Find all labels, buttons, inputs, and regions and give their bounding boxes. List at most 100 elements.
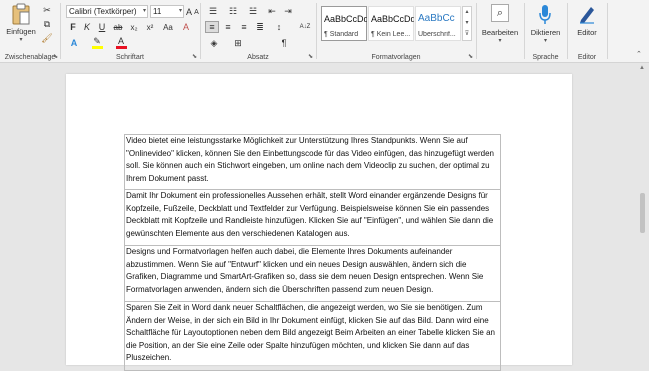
- search-icon: ⌕: [491, 4, 509, 22]
- subscript-label: x₂: [130, 22, 138, 32]
- table-cell[interactable]: Designs und Formatvorlagen helfen auch d…: [124, 245, 501, 302]
- shrink-font-label: A: [194, 8, 199, 16]
- bold-button[interactable]: F: [67, 21, 79, 33]
- bold-label: F: [70, 22, 76, 32]
- voice-group: Diktieren ▾ Sprache: [525, 0, 566, 62]
- style-name: ¶ Standard: [324, 31, 359, 38]
- change-case-label: Aa: [163, 22, 173, 32]
- paragraph-group-label: Absatz: [247, 54, 269, 61]
- editing-label: Bearbeiten: [481, 28, 519, 37]
- clipboard-group: Einfügen ▾ ✂ ⧉ 🖌 Zwischenablage ⬊: [0, 0, 60, 62]
- paste-label: Einfügen: [6, 27, 36, 36]
- align-left-icon[interactable]: ≡: [205, 21, 219, 33]
- increase-indent-icon[interactable]: ⇥: [281, 5, 295, 17]
- grow-font-button[interactable]: A: [185, 5, 193, 18]
- grow-font-label: A: [185, 6, 192, 17]
- clear-format-button[interactable]: A: [179, 21, 193, 33]
- pilcrow-label: ¶: [281, 38, 287, 48]
- show-formatting-button[interactable]: ¶: [277, 37, 291, 49]
- underline-button[interactable]: U: [95, 21, 109, 33]
- editor-button[interactable]: Editor: [568, 2, 606, 46]
- copy-icon[interactable]: ⧉: [40, 18, 54, 30]
- text-effects-icon: A: [70, 38, 78, 48]
- font-color-button[interactable]: A: [113, 36, 129, 50]
- dictate-label: Diktieren: [530, 28, 561, 37]
- shading-icon[interactable]: ◈: [205, 37, 223, 49]
- highlight-color-bar: [91, 46, 103, 49]
- editor-group-label: Editor: [577, 54, 597, 61]
- paste-button[interactable]: Einfügen ▾: [4, 3, 38, 43]
- editor-group: Editor Editor: [568, 0, 606, 62]
- editor-pen-icon: [580, 7, 594, 24]
- font-size-combo[interactable]: 11 ▾: [150, 5, 184, 18]
- dialog-launcher-icon[interactable]: ⬊: [468, 53, 473, 60]
- editor-label: Editor: [577, 28, 597, 37]
- font-group-label: Schriftart: [115, 54, 144, 61]
- change-case-button[interactable]: Aa: [159, 21, 177, 33]
- sort-button[interactable]: A↓Z: [297, 21, 313, 33]
- line-spacing-icon[interactable]: ↕: [271, 21, 287, 33]
- voice-group-label: Sprache: [532, 54, 559, 61]
- sort-label: A↓Z: [299, 24, 311, 30]
- font-name-combo[interactable]: Calibri (Textkörper) ▾: [66, 5, 148, 18]
- styles-group: AaBbCcDd ¶ Standard AaBbCcDd ¶ Kein Lee.…: [317, 0, 475, 62]
- italic-button[interactable]: K: [81, 21, 93, 33]
- more-icon[interactable]: ⊽: [463, 29, 471, 40]
- chevron-down-icon: ▾: [19, 37, 23, 43]
- font-color-label: A: [117, 36, 124, 46]
- subscript-button[interactable]: x₂: [127, 21, 141, 33]
- styles-scroll[interactable]: ▴ ▾ ⊽: [462, 6, 472, 41]
- align-center-icon[interactable]: ≡: [221, 21, 235, 33]
- shrink-font-button[interactable]: A: [193, 6, 200, 18]
- paragraph-group: ☰ ☷ ☱ ⇤ ⇥ A↓Z ≡ ≡ ≡ ≣ ↕ ◈ ⊞ ¶ Absatz ⬊: [201, 0, 315, 62]
- format-painter-icon[interactable]: 🖌: [40, 32, 54, 44]
- dialog-launcher-icon[interactable]: ⬊: [192, 53, 197, 60]
- font-size-value: 11: [153, 7, 162, 16]
- highlighter-icon: ✎: [93, 36, 101, 46]
- scrollbar-thumb[interactable]: [640, 193, 645, 233]
- style-name: ¶ Kein Lee...: [371, 31, 411, 38]
- dialog-launcher-icon[interactable]: ⬊: [308, 53, 313, 60]
- divider: [607, 3, 608, 59]
- borders-icon[interactable]: ⊞: [229, 37, 247, 49]
- justify-icon[interactable]: ≣: [253, 21, 267, 33]
- style-sample: AaBbCc: [418, 13, 455, 24]
- superscript-button[interactable]: x²: [143, 21, 157, 33]
- table-cell[interactable]: Sparen Sie Zeit in Word dank neuer Schal…: [124, 301, 501, 371]
- table-cell[interactable]: Damit Ihr Dokument ein professionelles A…: [124, 189, 501, 246]
- align-right-icon[interactable]: ≡: [237, 21, 251, 33]
- chevron-down-icon: ▾: [498, 38, 502, 44]
- strikethrough-button[interactable]: ab: [111, 21, 125, 33]
- text-effects-button[interactable]: A: [67, 37, 81, 49]
- chevron-down-icon[interactable]: ▾: [463, 18, 471, 29]
- scroll-up-icon[interactable]: ▲: [639, 65, 645, 71]
- styles-group-label: Formatvorlagen: [371, 54, 421, 61]
- cut-icon[interactable]: ✂: [40, 4, 54, 16]
- clear-format-label: A: [182, 22, 189, 32]
- underline-label: U: [98, 22, 106, 32]
- multilevel-list-icon[interactable]: ☱: [245, 5, 261, 17]
- style-no-spacing[interactable]: AaBbCcDd ¶ Kein Lee...: [368, 6, 414, 41]
- document-page[interactable]: Video bietet eine leistungsstarke Möglic…: [66, 74, 572, 371]
- ribbon: Einfügen ▾ ✂ ⧉ 🖌 Zwischenablage ⬊ Calibr…: [0, 0, 649, 63]
- decrease-indent-icon[interactable]: ⇤: [265, 5, 279, 17]
- vertical-scrollbar[interactable]: ▲: [637, 63, 649, 365]
- editing-button[interactable]: ⌕ Bearbeiten ▾: [477, 2, 523, 46]
- bullets-icon[interactable]: ☰: [205, 5, 221, 17]
- chevron-up-icon[interactable]: ▴: [463, 7, 471, 18]
- microphone-icon: [539, 5, 551, 24]
- table-cell[interactable]: Video bietet eine leistungsstarke Möglic…: [124, 134, 501, 190]
- italic-label: K: [83, 22, 90, 32]
- clipboard-icon: [12, 3, 30, 25]
- style-sample: AaBbCcDd: [371, 14, 414, 24]
- dictate-button[interactable]: Diktieren ▾: [525, 2, 566, 46]
- strikethrough-label: ab: [113, 22, 123, 32]
- style-standard[interactable]: AaBbCcDd ¶ Standard: [321, 6, 367, 41]
- dialog-launcher-icon[interactable]: ⬊: [53, 53, 58, 60]
- highlight-button[interactable]: ✎: [89, 36, 105, 50]
- chevron-down-icon: ▾: [142, 8, 146, 14]
- style-heading[interactable]: AaBbCc Überschrif...: [415, 6, 461, 41]
- numbering-icon[interactable]: ☷: [225, 5, 241, 17]
- collapse-ribbon-icon[interactable]: ⌃: [636, 50, 642, 58]
- document-canvas: Video bietet eine leistungsstarke Möglic…: [0, 63, 649, 371]
